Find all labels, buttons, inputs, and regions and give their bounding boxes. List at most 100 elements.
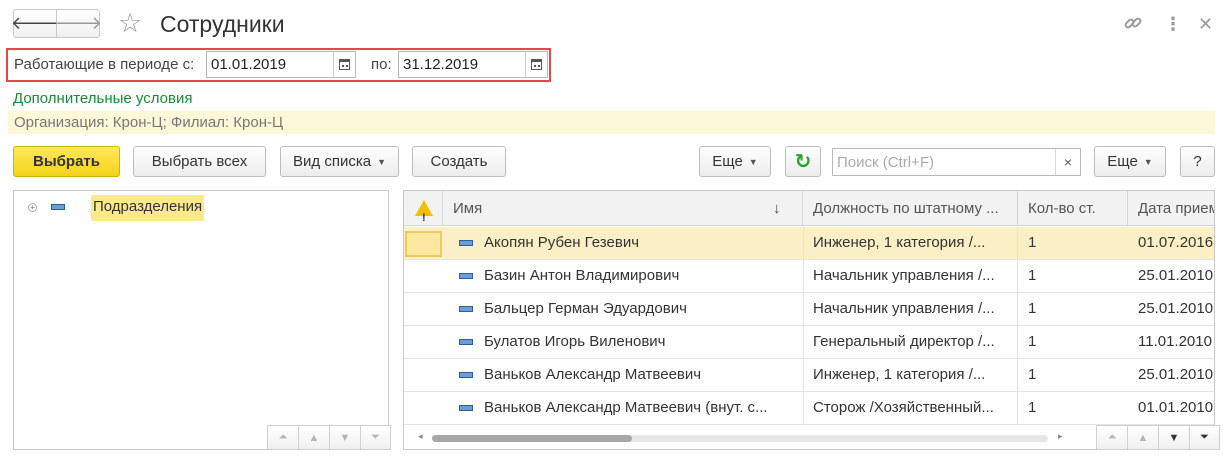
first-page-icon[interactable]: ⏶ bbox=[267, 425, 298, 450]
cell-hire-date: 01.01.2010 bbox=[1138, 399, 1214, 416]
column-position[interactable]: Должность по штатному ... bbox=[803, 191, 1018, 226]
more-actions-label: Еще bbox=[712, 153, 743, 170]
cell-hire-date: 11.01.2010 bbox=[1138, 333, 1212, 350]
period-to-label: по: bbox=[371, 56, 392, 73]
table-header: ! Имя ↓ Должность по штатному ... Кол-во… bbox=[404, 191, 1214, 226]
cell-name: Ваньков Александр Матвеевич bbox=[474, 359, 804, 392]
scrollbar-thumb[interactable] bbox=[432, 435, 632, 442]
scroll-left-icon[interactable]: ◂ bbox=[418, 431, 423, 442]
column-status[interactable]: ! bbox=[404, 191, 443, 226]
column-hire-date[interactable]: Дата прием bbox=[1128, 191, 1214, 226]
cell-rate: 1 bbox=[1028, 234, 1037, 251]
employee-icon bbox=[459, 339, 473, 345]
last-page-icon[interactable]: ⏷ bbox=[1189, 425, 1220, 450]
create-button[interactable]: Создать bbox=[412, 146, 506, 177]
arrow-left-icon: 🡐 bbox=[10, 13, 60, 33]
more-actions-button[interactable]: Еще ▼ bbox=[699, 146, 771, 177]
tree-item-label: Подразделения bbox=[91, 195, 205, 221]
more-actions-right-label: Еще bbox=[1107, 153, 1138, 170]
tree-navigation: ⏶ ▲ ▼ ⏷ bbox=[267, 425, 391, 450]
more-actions-right-button[interactable]: Еще ▼ bbox=[1094, 146, 1166, 177]
cell-position: Начальник управления /... bbox=[803, 293, 1018, 326]
employee-icon bbox=[459, 240, 473, 246]
close-icon[interactable]: ✕ bbox=[1198, 12, 1213, 36]
last-page-icon[interactable]: ⏷ bbox=[360, 425, 391, 450]
list-view-button[interactable]: Вид списка ▼ bbox=[280, 146, 399, 177]
cell-hire-date: 25.01.2010 bbox=[1138, 366, 1214, 383]
cell-rate: 1 bbox=[1028, 300, 1037, 317]
page-down-icon[interactable]: ▼ bbox=[1158, 425, 1189, 450]
employee-icon bbox=[459, 306, 473, 312]
cell-name: Бальцер Герман Эдуардович bbox=[474, 293, 804, 326]
sort-desc-icon: ↓ bbox=[773, 200, 781, 217]
cell-position: Сторож /Хозяйственный... bbox=[803, 392, 1018, 425]
star-icon[interactable]: ☆ bbox=[118, 8, 142, 38]
clear-search-icon[interactable]: × bbox=[1055, 149, 1080, 175]
period-from-label: Работающие в периоде с: bbox=[14, 56, 195, 73]
cell-rate: 1 bbox=[1028, 366, 1037, 383]
search-input[interactable]: Поиск (Ctrl+F) × bbox=[832, 148, 1081, 176]
table-row[interactable]: Булатов Игорь Виленович Генеральный дирек… bbox=[404, 326, 1214, 359]
period-from-value: 01.01.2019 bbox=[211, 56, 287, 73]
departments-tree[interactable]: + Подразделения bbox=[13, 190, 389, 450]
cell-hire-date: 01.07.2016 bbox=[1138, 234, 1214, 251]
chevron-down-icon: ▼ bbox=[377, 156, 386, 167]
horizontal-scrollbar[interactable]: ◂ ▸ bbox=[404, 427, 1094, 449]
back-button[interactable]: 🡐 bbox=[10, 9, 60, 38]
refresh-icon: ↻ bbox=[794, 151, 812, 173]
conditions-summary: Организация: Крон-Ц; Филиал: Крон-Ц bbox=[8, 111, 1215, 134]
page-down-icon[interactable]: ▼ bbox=[329, 425, 360, 450]
employees-table[interactable]: ! Имя ↓ Должность по штатному ... Кол-во… bbox=[403, 190, 1215, 450]
cell-hire-date: 25.01.2010 bbox=[1138, 300, 1214, 317]
cell-rate: 1 bbox=[1028, 333, 1037, 350]
forward-button[interactable]: 🡒 bbox=[53, 9, 103, 38]
select-button[interactable]: Выбрать bbox=[13, 146, 120, 177]
table-row[interactable]: Базин Антон Владимирович Начальник управл… bbox=[404, 260, 1214, 293]
cell-name: Акопян Рубен Гезевич bbox=[474, 227, 804, 260]
column-rate[interactable]: Кол-во ст. bbox=[1018, 191, 1128, 226]
cell-hire-date: 25.01.2010 bbox=[1138, 267, 1214, 284]
page-title: Сотрудники bbox=[160, 11, 285, 37]
list-view-label: Вид списка bbox=[293, 153, 372, 170]
refresh-button[interactable]: ↻ bbox=[785, 146, 821, 177]
cell-name: Базин Антон Владимирович bbox=[474, 260, 804, 293]
chevron-down-icon: ▼ bbox=[1143, 156, 1153, 167]
table-row[interactable]: Акопян Рубен Гезевич Инженер, 1 категория… bbox=[404, 227, 1214, 260]
tree-item-departments[interactable]: + Подразделения bbox=[14, 191, 388, 225]
select-all-button[interactable]: Выбрать всех bbox=[133, 146, 266, 177]
link-icon[interactable] bbox=[1122, 12, 1144, 40]
page-up-icon[interactable]: ▲ bbox=[298, 425, 329, 450]
cell-position: Генеральный директор /... bbox=[803, 326, 1018, 359]
table-row[interactable]: Бальцер Герман Эдуардович Начальник управ… bbox=[404, 293, 1214, 326]
cell-rate: 1 bbox=[1028, 267, 1037, 284]
more-vertical-icon[interactable]: ⋮ bbox=[1164, 12, 1182, 36]
cell-position: Инженер, 1 категория /... bbox=[803, 359, 1018, 392]
cell-position: Начальник управления /... bbox=[803, 260, 1018, 293]
column-name[interactable]: Имя ↓ bbox=[443, 191, 803, 226]
cell-rate: 1 bbox=[1028, 399, 1037, 416]
employee-icon bbox=[459, 405, 473, 411]
department-icon bbox=[51, 204, 65, 210]
search-placeholder: Поиск (Ctrl+F) bbox=[837, 153, 934, 171]
first-page-icon[interactable]: ⏶ bbox=[1096, 425, 1127, 450]
cell-name: Булатов Игорь Виленович bbox=[474, 326, 804, 359]
page-up-icon[interactable]: ▲ bbox=[1127, 425, 1158, 450]
table-row[interactable]: Ваньков Александр Матвеевич (внут. с... С… bbox=[404, 392, 1214, 425]
calendar-icon[interactable] bbox=[333, 52, 355, 77]
cell-name: Ваньков Александр Матвеевич (внут. с... bbox=[474, 392, 804, 425]
selected-cell bbox=[405, 231, 442, 257]
additional-conditions-link[interactable]: Дополнительные условия bbox=[13, 90, 192, 107]
employee-icon bbox=[459, 273, 473, 279]
employee-icon bbox=[459, 372, 473, 378]
arrow-right-icon: 🡒 bbox=[53, 13, 103, 33]
table-row[interactable]: Ваньков Александр Матвеевич Инженер, 1 ка… bbox=[404, 359, 1214, 392]
table-navigation: ⏶ ▲ ▼ ⏷ bbox=[1096, 425, 1220, 450]
column-name-label: Имя bbox=[453, 200, 483, 217]
help-button[interactable]: ? bbox=[1180, 146, 1215, 177]
cell-position: Инженер, 1 категория /... bbox=[803, 227, 1018, 260]
expand-icon[interactable]: + bbox=[28, 203, 37, 212]
scroll-right-icon[interactable]: ▸ bbox=[1058, 431, 1063, 442]
calendar-icon[interactable] bbox=[525, 52, 547, 77]
period-to-field[interactable]: 31.12.2019 bbox=[398, 51, 548, 78]
period-from-field[interactable]: 01.01.2019 bbox=[206, 51, 356, 78]
